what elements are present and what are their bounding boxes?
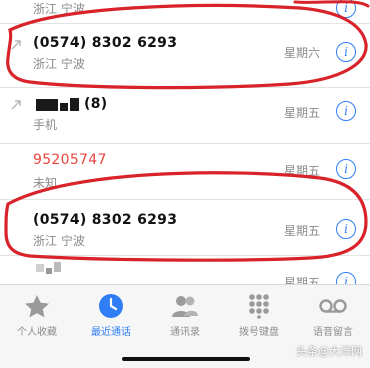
contacts-icon xyxy=(172,296,198,317)
info-icon[interactable]: i xyxy=(336,0,356,18)
call-row[interactable]: (8) 手机 星期五 i xyxy=(0,88,370,144)
call-row[interactable]: (0574) 8302 6293 浙江 宁波 星期五 i xyxy=(0,200,370,256)
pixelated-block xyxy=(36,264,44,272)
tab-recents[interactable]: 最近通话 xyxy=(74,285,148,345)
redacted-block xyxy=(70,98,79,111)
star-icon xyxy=(25,295,49,318)
call-number: (0574) 8302 6293 xyxy=(33,212,178,228)
outgoing-call-icon xyxy=(11,100,21,110)
info-icon[interactable]: i xyxy=(336,219,356,239)
tab-keypad[interactable]: 拨号键盘 xyxy=(222,285,296,345)
tab-contacts[interactable]: 通讯录 xyxy=(148,285,222,345)
info-icon[interactable]: i xyxy=(336,159,356,179)
call-row[interactable]: 浙江 宁波 i xyxy=(0,0,370,24)
tab-label: 最近通话 xyxy=(91,327,131,338)
tab-voicemail[interactable]: 语音留言 xyxy=(296,285,370,345)
call-row[interactable]: (0574) 8302 6293 浙江 宁波 星期六 i xyxy=(0,24,370,88)
call-location: 浙江 宁波 xyxy=(33,57,85,71)
call-location: 手机 xyxy=(33,118,58,132)
pixelated-block xyxy=(46,268,52,274)
home-indicator[interactable] xyxy=(122,357,250,361)
tab-label: 拨号键盘 xyxy=(239,327,279,338)
call-day: 星期六 xyxy=(283,46,320,60)
call-location: 浙江 宁波 xyxy=(33,2,85,16)
call-day: 星期五 xyxy=(283,164,320,178)
clock-icon xyxy=(99,294,123,318)
call-day: 星期五 xyxy=(283,106,320,120)
call-number: (0574) 8302 6293 xyxy=(33,35,178,51)
info-icon[interactable]: i xyxy=(336,42,356,62)
pixelated-block xyxy=(54,262,61,272)
call-row[interactable]: 95205747 未知 星期五 i xyxy=(0,144,370,200)
tab-favorites[interactable]: 个人收藏 xyxy=(0,285,74,345)
watermark: 头条@大洋网 xyxy=(296,345,362,358)
redacted-block xyxy=(36,99,58,111)
call-day: 星期五 xyxy=(283,224,320,238)
recents-screen: 浙江 宁波 i (0574) 8302 6293 浙江 宁波 星期六 i (8)… xyxy=(0,0,370,368)
keypad-icon xyxy=(249,294,269,319)
info-icon[interactable]: i xyxy=(336,101,356,121)
outgoing-call-icon xyxy=(11,40,21,50)
call-location: 未知 xyxy=(33,176,58,190)
tab-label: 通讯录 xyxy=(170,327,200,338)
call-number: (8) xyxy=(84,96,108,112)
tab-label: 语音留言 xyxy=(313,327,353,338)
redacted-block xyxy=(60,103,68,111)
call-location: 浙江 宁波 xyxy=(33,234,85,248)
voicemail-icon xyxy=(319,299,347,313)
call-number: 95205747 xyxy=(33,152,107,168)
tab-label: 个人收藏 xyxy=(17,327,57,338)
